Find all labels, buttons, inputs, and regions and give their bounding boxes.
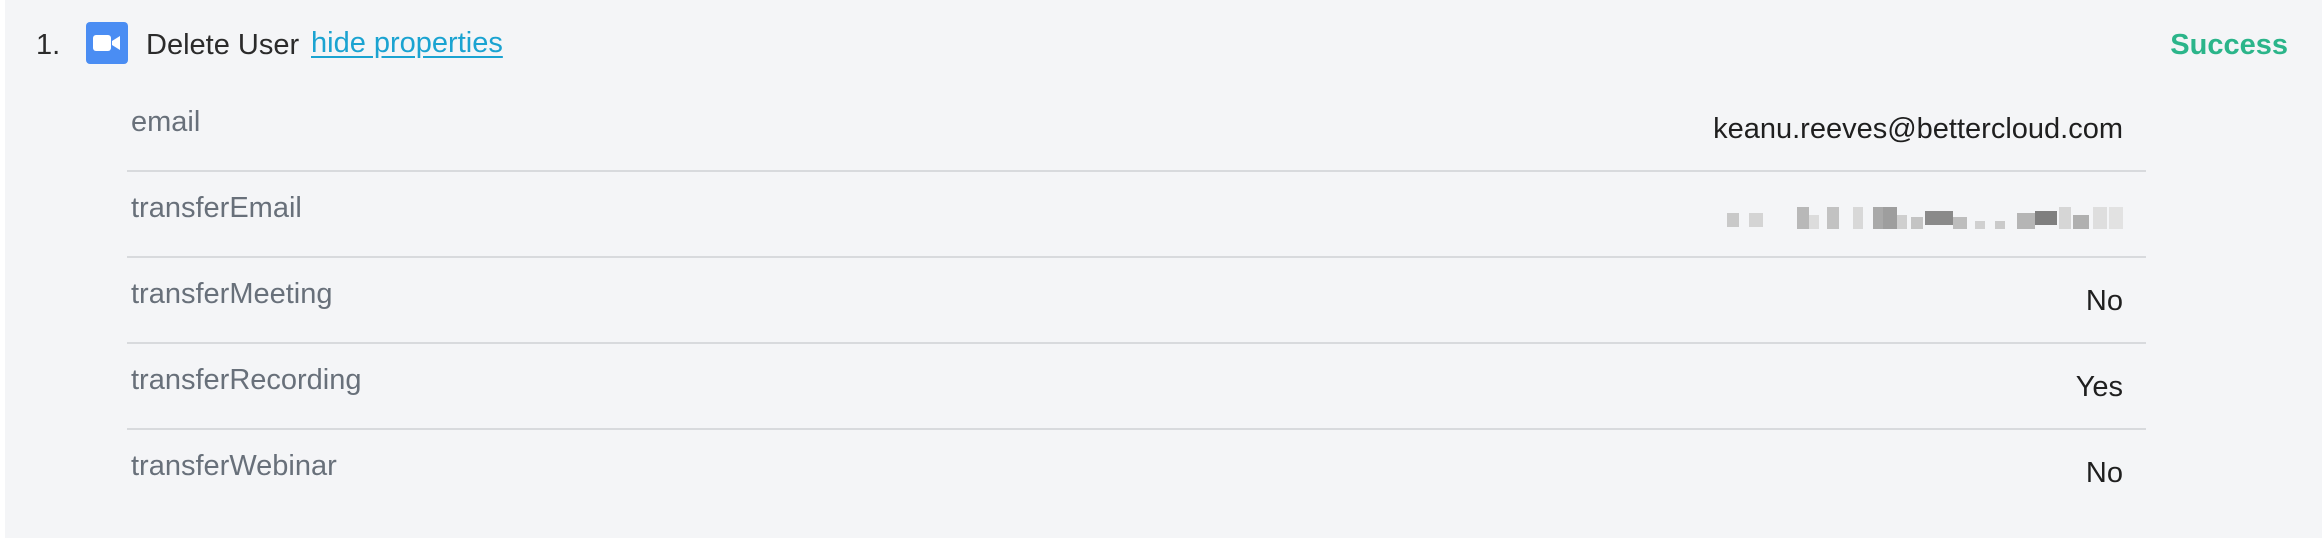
action-name: Delete User bbox=[146, 29, 300, 61]
property-row-transfer-meeting: transferMeeting No bbox=[127, 258, 2146, 344]
property-row-transfer-recording: transferRecording Yes bbox=[127, 344, 2146, 430]
video-camera-icon bbox=[86, 22, 128, 64]
property-value: keanu.reeves@bettercloud.com bbox=[1713, 113, 2123, 145]
property-row-transfer-webinar: transferWebinar No bbox=[127, 430, 2146, 516]
property-key: transferMeeting bbox=[131, 278, 333, 310]
property-key: transferWebinar bbox=[131, 450, 337, 482]
property-value: No bbox=[2085, 457, 2123, 489]
property-key: transferEmail bbox=[131, 192, 302, 224]
redacted-value bbox=[1727, 207, 2123, 229]
properties-table: email keanu.reeves@bettercloud.com trans… bbox=[127, 86, 2146, 516]
property-key: email bbox=[131, 106, 201, 138]
property-key: transferRecording bbox=[131, 364, 362, 396]
property-row-transfer-email: transferEmail bbox=[127, 172, 2146, 258]
hide-properties-link[interactable]: hide properties bbox=[311, 22, 503, 64]
property-value: No bbox=[2085, 285, 2123, 317]
step-number: 1. bbox=[36, 29, 61, 61]
property-value: Yes bbox=[2075, 371, 2123, 403]
step-header: 1. Delete User hide properties Success bbox=[5, 0, 2322, 90]
property-row-email: email keanu.reeves@bettercloud.com bbox=[127, 86, 2146, 172]
status-label: Success bbox=[2170, 29, 2288, 61]
action-log-panel: 1. Delete User hide properties Success e… bbox=[5, 0, 2322, 538]
